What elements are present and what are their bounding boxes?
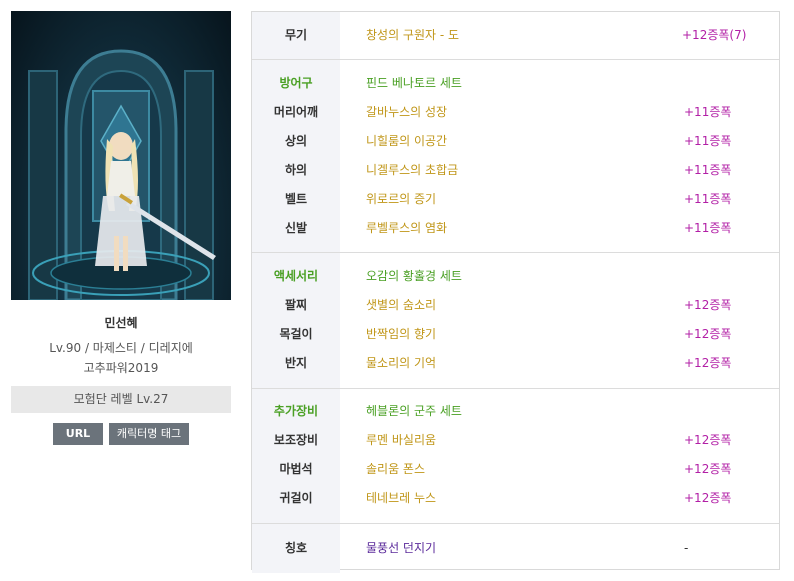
slot-label: 머리어깨 (273, 105, 319, 119)
character-tag-button[interactable]: 캐릭터명 태그 (109, 423, 189, 445)
weapon-section: 무기 창성의 구원자 - 도 +12증폭(7) (252, 12, 779, 59)
extra-header-row: 추가장비 헤블론의 군주 세트 (252, 397, 779, 426)
adventure-level: 모험단 레벨 Lv.27 (11, 386, 231, 413)
slot-label: 반지 (284, 356, 308, 370)
item-name[interactable]: 물소리의 기억 (366, 349, 436, 378)
character-guild: 고추파워2019 (83, 361, 159, 375)
item-refine: +12증폭 (684, 462, 732, 476)
extra-set-name[interactable]: 헤블론의 군주 세트 (366, 397, 462, 426)
accessory-header: 액세서리 (273, 269, 319, 283)
item-name[interactable]: 루벨루스의 염화 (366, 214, 447, 243)
item-name[interactable]: 갈바누스의 성장 (366, 98, 447, 127)
item-refine: +12증폭 (684, 327, 732, 341)
extra-equipment-section: 추가장비 헤블론의 군주 세트 보조장비 루멘 바실리움 +12증폭 마법석 솔… (252, 388, 779, 523)
character-level-class-server: Lv.90 / 마제스티 / 디레지에 (49, 341, 193, 355)
item-name[interactable]: 루멘 바실리움 (366, 426, 436, 455)
equip-row[interactable]: 귀걸이 테네브레 누스 +12증폭 (252, 484, 779, 513)
equip-row[interactable]: 팔찌 샛별의 숨소리 +12증폭 (252, 291, 779, 320)
character-portrait (11, 11, 231, 300)
equip-row[interactable]: 하의 니겔루스의 초합금 +11증폭 (252, 156, 779, 185)
item-name[interactable]: 테네브레 누스 (366, 484, 436, 513)
equip-row[interactable]: 반지 물소리의 기억 +12증폭 (252, 349, 779, 378)
equip-row[interactable]: 벨트 위로르의 증기 +11증폭 (252, 185, 779, 214)
url-button[interactable]: URL (53, 423, 103, 445)
slot-label: 벨트 (284, 192, 308, 206)
weapon-refine: +12증폭(7) (682, 28, 747, 42)
character-illustration (28, 49, 216, 300)
slot-label: 신발 (284, 221, 308, 235)
slot-label: 귀걸이 (279, 491, 313, 505)
title-label: 칭호 (284, 541, 308, 555)
armor-set-name[interactable]: 핀드 베나토르 세트 (366, 69, 462, 98)
accessory-section: 액세서리 오감의 황홀경 세트 팔찌 샛별의 숨소리 +12증폭 목걸이 반짝임… (252, 252, 779, 388)
equip-row[interactable]: 상의 니힐룸의 이공간 +11증폭 (252, 127, 779, 156)
item-refine: +11증폭 (684, 163, 732, 177)
slot-label: 상의 (284, 134, 308, 148)
armor-section: 방어구 핀드 베나토르 세트 머리어깨 갈바누스의 성장 +11증폭 상의 니힐… (252, 59, 779, 252)
item-name[interactable]: 위로르의 증기 (366, 185, 436, 214)
item-name[interactable]: 솔리움 폰스 (366, 455, 425, 484)
slot-label: 팔찌 (284, 298, 308, 312)
equip-row[interactable]: 목걸이 반짝임의 향기 +12증폭 (252, 320, 779, 349)
item-refine: +11증폭 (684, 192, 732, 206)
slot-label: 마법석 (279, 462, 313, 476)
accessory-header-row: 액세서리 오감의 황홀경 세트 (252, 262, 779, 291)
weapon-label: 무기 (284, 28, 308, 42)
slot-label: 보조장비 (273, 433, 319, 447)
slot-label: 하의 (284, 163, 308, 177)
armor-header: 방어구 (279, 76, 313, 90)
item-refine: +11증폭 (684, 134, 732, 148)
armor-header-row: 방어구 핀드 베나토르 세트 (252, 69, 779, 98)
accessory-set-name[interactable]: 오감의 황홀경 세트 (366, 262, 462, 291)
item-refine: +12증폭 (684, 491, 732, 505)
item-name[interactable]: 니겔루스의 초합금 (366, 156, 458, 185)
extra-header: 추가장비 (273, 404, 319, 418)
item-refine: +12증폭 (684, 433, 732, 447)
equip-row[interactable]: 머리어깨 갈바누스의 성장 +11증폭 (252, 98, 779, 127)
title-refine: - (684, 541, 689, 555)
equip-row[interactable]: 보조장비 루멘 바실리움 +12증폭 (252, 426, 779, 455)
equip-row[interactable]: 신발 루벨루스의 염화 +11증폭 (252, 214, 779, 243)
item-refine: +12증폭 (684, 298, 732, 312)
equipment-panel: 무기 창성의 구원자 - 도 +12증폭(7) 방어구 핀드 베나토르 세트 머… (251, 11, 780, 573)
item-refine: +11증폭 (684, 105, 732, 119)
item-refine: +11증폭 (684, 221, 732, 235)
title-row[interactable]: 칭호 물풍선 던지기 - (252, 534, 779, 563)
weapon-row[interactable]: 무기 창성의 구원자 - 도 +12증폭(7) (252, 21, 779, 50)
item-name[interactable]: 반짝임의 향기 (366, 320, 436, 349)
item-name[interactable]: 니힐룸의 이공간 (366, 127, 447, 156)
weapon-name[interactable]: 창성의 구원자 - 도 (366, 21, 459, 50)
title-name[interactable]: 물풍선 던지기 (366, 534, 436, 563)
equip-row[interactable]: 마법석 솔리움 폰스 +12증폭 (252, 455, 779, 484)
character-profile: 민선혜 Lv.90 / 마제스티 / 디레지에 고추파워2019 모험단 레벨 … (11, 11, 231, 445)
item-name[interactable]: 샛별의 숨소리 (366, 291, 436, 320)
slot-label: 목걸이 (279, 327, 313, 341)
title-section: 칭호 물풍선 던지기 - (252, 523, 779, 573)
character-name: 민선혜 (104, 316, 138, 330)
item-refine: +12증폭 (684, 356, 732, 370)
